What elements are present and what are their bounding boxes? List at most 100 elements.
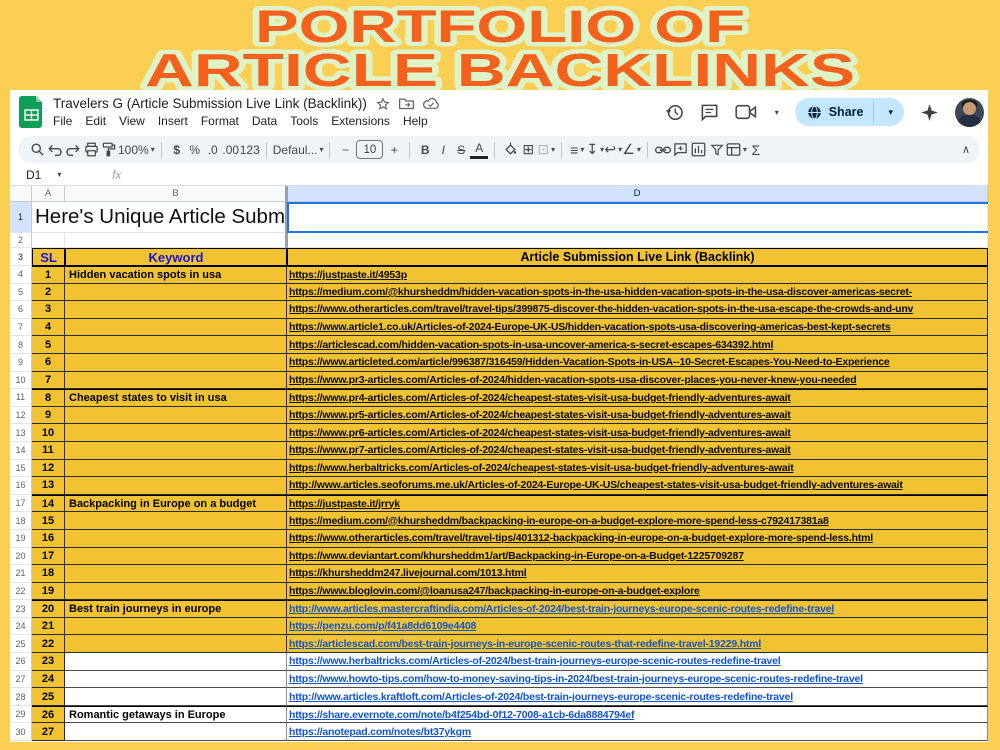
row-header[interactable]: 10 [10, 372, 32, 390]
decrease-font-size-button[interactable]: − [336, 139, 354, 161]
cell-link[interactable]: https://www.pr7-articles.com/Articles-of… [287, 442, 988, 460]
cell-sl[interactable]: 25 [32, 688, 65, 706]
row-header[interactable]: 16 [10, 477, 32, 495]
row-header[interactable]: 11 [10, 389, 32, 407]
row-header[interactable]: 22 [10, 583, 32, 601]
menu-edit[interactable]: Edit [85, 114, 106, 128]
backlink-url[interactable]: https://www.articleted.com/article/99638… [289, 356, 890, 368]
cell-link[interactable]: https://articlescad.com/best-train-journ… [287, 635, 988, 653]
cell-link[interactable]: https://articlescad.com/hidden-vacation-… [287, 336, 988, 354]
cell-sl[interactable]: 18 [32, 565, 65, 583]
cell-link[interactable]: https://penzu.com/p/f41a8dd6109e4408 [287, 618, 988, 636]
cell-link[interactable]: https://www.otherarticles.com/travel/tra… [287, 301, 988, 319]
insert-link-icon[interactable] [654, 139, 672, 161]
cell-sl[interactable]: 27 [32, 723, 65, 741]
menu-format[interactable]: Format [201, 114, 239, 128]
vertical-align-button[interactable]: ↧▾ [586, 139, 604, 161]
backlink-url[interactable]: https://www.herbaltricks.com/Articles-of… [289, 655, 781, 667]
cell-link[interactable]: https://medium.com/@khursheddm/backpacki… [287, 512, 988, 530]
cell-sl[interactable]: 24 [32, 671, 65, 689]
cell-link[interactable]: https://www.pr5-articles.com/Articles-of… [287, 407, 988, 425]
insert-comment-icon[interactable] [672, 139, 690, 161]
cell-keyword[interactable] [65, 671, 287, 689]
document-title[interactable]: Travelers G (Article Submission Live Lin… [53, 96, 367, 111]
cell-keyword[interactable] [65, 512, 287, 530]
row-header[interactable]: 28 [10, 688, 32, 706]
row-header[interactable]: 5 [10, 284, 32, 302]
cell-link[interactable]: https://www.pr6-articles.com/Articles-of… [287, 424, 988, 442]
account-avatar[interactable] [955, 98, 984, 127]
star-icon[interactable] [376, 97, 390, 111]
backlink-url[interactable]: https://www.pr5-articles.com/Articles-of… [289, 409, 791, 421]
cell-keyword[interactable] [65, 460, 287, 478]
header-sl[interactable]: SL [32, 248, 65, 266]
cell-link[interactable]: https://justpaste.it/4953p [287, 266, 988, 284]
cell-keyword[interactable] [65, 424, 287, 442]
row-header[interactable]: 25 [10, 635, 32, 653]
gemini-sparkle-icon[interactable] [920, 103, 939, 122]
backlink-url[interactable]: https://justpaste.it/jrryk [289, 498, 400, 510]
cell-keyword[interactable] [65, 565, 287, 583]
cell-link[interactable]: https://www.deviantart.com/khursheddm1/a… [287, 548, 988, 566]
backlink-url[interactable]: https://medium.com/@khursheddm/hidden-va… [289, 286, 912, 298]
cell-link[interactable]: http://www.articles.mastercraftindia.com… [287, 600, 988, 618]
cell-sl[interactable]: 5 [32, 336, 65, 354]
select-all-corner[interactable] [10, 186, 32, 202]
cell-sl[interactable]: 23 [32, 653, 65, 671]
meet-video-icon[interactable] [735, 104, 757, 120]
backlink-url[interactable]: http://www.articles.kraftloft.com/Articl… [289, 691, 793, 703]
cell-sl[interactable]: 7 [32, 372, 65, 390]
cell-link[interactable]: https://share.evernote.com/note/b4f254bd… [287, 706, 988, 724]
row-header[interactable]: 6 [10, 301, 32, 319]
version-history-icon[interactable] [665, 103, 684, 122]
menu-data[interactable]: Data [252, 114, 277, 128]
column-header-b[interactable]: B [65, 186, 287, 202]
backlink-url[interactable]: https://khursheddm247.livejournal.com/10… [289, 567, 526, 579]
backlink-url[interactable]: https://articlescad.com/hidden-vacation-… [289, 339, 773, 351]
row-header[interactable]: 8 [10, 336, 32, 354]
meet-caret-icon[interactable]: ▾ [775, 108, 779, 117]
backlink-url[interactable]: https://www.herbaltricks.com/Articles-of… [289, 462, 794, 474]
hidden-column-c-indicator[interactable] [285, 186, 288, 248]
cell-link[interactable]: https://justpaste.it/jrryk [287, 495, 988, 513]
font-select[interactable]: Defaul...▾ [273, 139, 324, 161]
row-header[interactable]: 12 [10, 407, 32, 425]
cell-keyword[interactable] [65, 319, 287, 337]
column-header-d[interactable]: D [287, 186, 988, 202]
borders-button[interactable]: ⊞ [519, 139, 537, 161]
table-views-button[interactable]: ▾ [726, 139, 747, 161]
cell-sl[interactable]: 1 [32, 266, 65, 284]
cell-sl[interactable]: 10 [32, 424, 65, 442]
cell-link[interactable]: https://www.article1.co.uk/Articles-of-2… [287, 319, 988, 337]
row-header[interactable]: 4 [10, 266, 32, 284]
backlink-url[interactable]: https://medium.com/@khursheddm/backpacki… [289, 515, 829, 527]
cell-link[interactable]: http://www.articles.kraftloft.com/Articl… [287, 688, 988, 706]
cell-link[interactable]: https://medium.com/@khursheddm/hidden-va… [287, 284, 988, 302]
row-header[interactable]: 20 [10, 548, 32, 566]
text-wrap-button[interactable]: ↩▾ [604, 139, 622, 161]
backlink-url[interactable]: https://www.deviantart.com/khursheddm1/a… [289, 550, 744, 562]
text-rotation-button[interactable]: ∠▾ [622, 139, 641, 161]
menu-tools[interactable]: Tools [290, 114, 318, 128]
backlink-url[interactable]: https://www.bloglovin.com/@loanusa247/ba… [289, 585, 700, 597]
backlink-url[interactable]: https://www.howto-tips.com/how-to-money-… [289, 673, 863, 685]
cell-link[interactable]: https://www.articleted.com/article/99638… [287, 354, 988, 372]
row-header[interactable]: 7 [10, 319, 32, 337]
collapse-toolbar-button[interactable]: ∧ [962, 143, 970, 156]
fill-color-icon[interactable] [501, 139, 519, 161]
cell-keyword[interactable] [65, 635, 287, 653]
increase-font-size-button[interactable]: + [385, 139, 403, 161]
name-box[interactable]: D1▾ [10, 168, 98, 182]
decrease-decimal-button[interactable]: .0 [204, 139, 222, 161]
cell-keyword[interactable] [65, 284, 287, 302]
cell-keyword[interactable]: Best train journeys in europe [65, 600, 287, 618]
column-header-a[interactable]: A [32, 186, 65, 202]
backlink-url[interactable]: https://penzu.com/p/f41a8dd6109e4408 [289, 620, 476, 632]
share-caret-icon[interactable]: ▾ [881, 107, 900, 118]
cell-sl[interactable]: 16 [32, 530, 65, 548]
move-folder-icon[interactable] [399, 97, 414, 110]
cell-link[interactable]: http://www.articles.seoforums.me.uk/Arti… [287, 477, 988, 495]
menu-help[interactable]: Help [403, 114, 428, 128]
cell-keyword[interactable] [65, 301, 287, 319]
paint-format-icon[interactable] [100, 139, 118, 161]
